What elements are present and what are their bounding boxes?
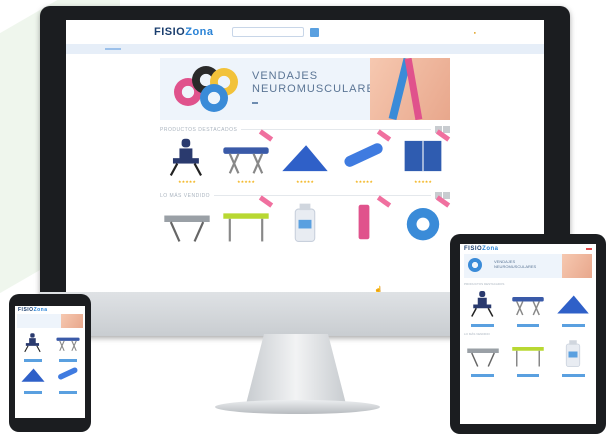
tablet-screen: FISIOZona VENDAJES NEUROMUSCULARES PRODUC… (460, 244, 596, 424)
search-input[interactable] (231, 27, 304, 37)
product-card[interactable] (396, 195, 451, 245)
rating-stars: ★★★★★ (178, 179, 196, 184)
product-image[interactable] (396, 133, 450, 179)
phone-device: FISIOZona (9, 294, 91, 432)
product-card[interactable]: ★★★★★ (396, 129, 451, 184)
product-card[interactable] (509, 338, 547, 378)
price-bar (561, 324, 585, 327)
product-card[interactable] (337, 195, 392, 245)
nav-item[interactable] (104, 48, 121, 50)
rating-stars: ★★★★★ (355, 179, 373, 184)
product-card[interactable] (219, 195, 274, 245)
site-logo[interactable]: FISIOZona (464, 246, 499, 252)
hero-banner[interactable] (17, 314, 83, 328)
flag-icon[interactable]: ● (474, 30, 476, 35)
monitor-stand (246, 334, 346, 404)
hero-banner[interactable]: VENDAJES NEUROMUSCULARES (160, 58, 450, 120)
product-card[interactable] (554, 288, 592, 328)
product-card[interactable]: ★★★★★ (278, 133, 332, 184)
site-logo[interactable]: FISIOZona (18, 307, 48, 313)
menu-icon[interactable] (586, 248, 592, 250)
section-title: PRODUCTOS DESTACADOS (464, 282, 505, 286)
section-title: PRODUCTOS DESTACADOS (160, 126, 238, 133)
product-card[interactable] (18, 331, 48, 363)
price-bar (58, 391, 77, 394)
banner-title: VENDAJES NEUROMUSCULARES (494, 259, 537, 269)
main-nav (66, 44, 544, 54)
hero-banner[interactable]: VENDAJES NEUROMUSCULARES (464, 254, 592, 278)
bestseller-products (160, 195, 451, 245)
price-bar (516, 374, 540, 377)
site-logo[interactable]: FISIOZona (154, 26, 214, 38)
product-image[interactable] (219, 133, 273, 179)
featured-header: PRODUCTOS DESTACADOS (160, 126, 450, 133)
search-icon[interactable] (309, 27, 319, 37)
product-card[interactable]: ★★★★★ (160, 133, 214, 184)
price-bar (561, 374, 585, 377)
site-header: FISIOZona ● (66, 20, 544, 44)
price-bar (58, 359, 77, 362)
price-bar (23, 391, 42, 394)
product-card[interactable] (554, 338, 592, 378)
header-info: ● (464, 30, 496, 35)
rating-stars: ★★★★★ (237, 179, 255, 184)
phone-screen: FISIOZona (15, 306, 85, 418)
product-image[interactable] (337, 199, 391, 245)
product-card[interactable] (464, 338, 502, 378)
product-card[interactable] (53, 363, 83, 395)
banner-more-button[interactable] (252, 102, 258, 104)
price-bar (471, 324, 495, 327)
product-image[interactable] (278, 133, 332, 179)
tablet-device: FISIOZona VENDAJES NEUROMUSCULARES PRODUC… (450, 234, 606, 434)
rating-stars: ★★★★★ (296, 179, 314, 184)
taped-arm-image (370, 58, 450, 120)
product-card[interactable] (18, 363, 48, 395)
price-bar (23, 359, 42, 362)
product-card[interactable] (278, 199, 332, 245)
product-card[interactable] (509, 288, 547, 328)
product-card[interactable] (464, 288, 502, 328)
monitor-base (215, 400, 380, 414)
price-bar (471, 374, 495, 377)
next-arrow-icon[interactable] (443, 192, 450, 199)
product-image[interactable] (278, 199, 332, 245)
bestsellers-header: LO MÁS VENDIDO (160, 192, 450, 199)
section-title: LO MÁS VENDIDO (464, 332, 490, 336)
product-card[interactable]: ★★★★★ (337, 129, 392, 184)
product-image[interactable] (337, 133, 391, 179)
tape-rolls-image (174, 64, 246, 116)
product-image[interactable] (396, 199, 450, 245)
featured-products: ★★★★★ ★★★★★ ★★★★★ ★★★★★ ★★★★★ (160, 129, 451, 184)
product-image[interactable] (219, 199, 273, 245)
product-card[interactable] (53, 331, 83, 363)
banner-title: VENDAJES NEUROMUSCULARES (252, 70, 384, 95)
product-image[interactable] (160, 199, 214, 245)
rating-stars: ★★★★★ (414, 179, 432, 184)
price-bar (516, 324, 540, 327)
section-title: LO MÁS VENDIDO (160, 192, 211, 199)
product-card[interactable] (160, 199, 214, 245)
product-card[interactable]: ★★★★★ (219, 129, 274, 184)
product-image[interactable] (160, 133, 214, 179)
next-arrow-icon[interactable] (443, 126, 450, 133)
